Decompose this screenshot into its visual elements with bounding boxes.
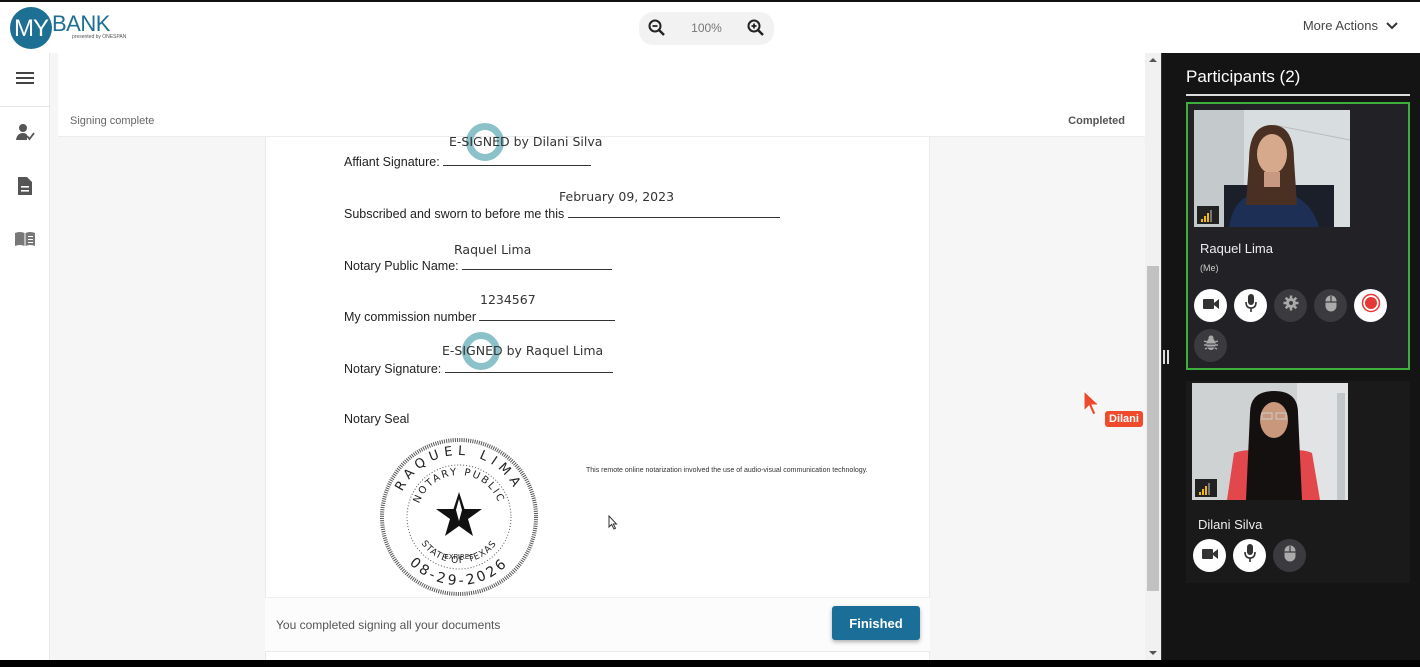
scroll-up-arrow-icon[interactable] xyxy=(1149,58,1157,62)
signal-strength-icon xyxy=(1197,206,1219,224)
settings-button[interactable] xyxy=(1274,289,1307,322)
notary-seal-label: Notary Seal xyxy=(344,412,410,426)
affiant-esignature: E-SIGNED by Dilani Silva xyxy=(449,134,603,149)
more-actions-dropdown[interactable]: More Actions xyxy=(1303,18,1398,33)
document-page: E-SIGNED by Dilani Silva Affiant Signatu… xyxy=(265,123,930,660)
notary-name-line: Notary Public Name: xyxy=(344,258,613,273)
microphone-toggle-button[interactable] xyxy=(1233,539,1266,572)
scroll-thumb[interactable] xyxy=(1147,266,1159,591)
participant-name: Dilani Silva xyxy=(1198,517,1263,532)
affiant-signature-line: Affiant Signature: xyxy=(344,154,592,169)
sworn-date-value: February 09, 2023 xyxy=(559,189,675,204)
participants-divider xyxy=(1186,94,1410,96)
signing-status-bar: Signing complete Completed xyxy=(58,106,1145,137)
logo-subtitle: presented by ONESPAN xyxy=(72,34,127,40)
sidebar-item-signers[interactable] xyxy=(0,114,50,154)
microphone-icon xyxy=(1244,294,1257,317)
zoom-in-icon[interactable] xyxy=(746,18,766,38)
menu-button[interactable] xyxy=(0,60,50,100)
commission-label: My commission number xyxy=(344,310,476,324)
left-sidebar xyxy=(0,53,50,660)
sworn-line: Subscribed and sworn to before me this xyxy=(344,206,780,221)
document-viewer: Signing complete Completed E-SIGNED by D… xyxy=(50,53,1145,660)
zoom-out-icon[interactable] xyxy=(647,18,667,38)
remote-control-button[interactable] xyxy=(1314,289,1347,322)
bug-icon xyxy=(1203,335,1218,356)
notary-signature-label: Notary Signature: xyxy=(344,362,442,376)
participant-video-raquel xyxy=(1194,110,1350,227)
record-button[interactable] xyxy=(1354,289,1387,322)
finished-button[interactable]: Finished xyxy=(832,606,920,640)
completion-message: You completed signing all your documents xyxy=(276,618,501,632)
commission-number-value: 1234567 xyxy=(480,292,536,307)
book-icon xyxy=(14,231,36,252)
signal-strength-icon xyxy=(1195,479,1217,497)
participant-name: Raquel Lima xyxy=(1200,241,1273,256)
participants-title: Participants (2) xyxy=(1186,67,1301,86)
signer-check-icon xyxy=(15,123,35,146)
participant-card-raquel: Raquel Lima (Me) xyxy=(1186,102,1410,370)
menu-icon xyxy=(16,71,34,90)
participant-card-dilani: Dilani Silva xyxy=(1186,381,1410,583)
more-actions-label: More Actions xyxy=(1302,18,1378,33)
settings-icon xyxy=(1283,295,1299,316)
viewer-header xyxy=(58,53,1145,106)
camera-icon xyxy=(1202,297,1219,315)
document-scrollbar[interactable] xyxy=(1145,53,1161,660)
notary-name-label: Notary Public Name: xyxy=(344,259,459,273)
notary-esignature: E-SIGNED by Raquel Lima xyxy=(442,343,604,358)
signing-status-text: Signing complete xyxy=(70,115,155,127)
panel-resize-handle[interactable] xyxy=(1162,350,1170,364)
document-icon xyxy=(17,176,33,201)
scroll-down-arrow-icon[interactable] xyxy=(1149,651,1157,655)
microphone-toggle-button[interactable] xyxy=(1234,289,1267,322)
sworn-label: Subscribed and sworn to before me this xyxy=(344,207,565,221)
notary-name-value: Raquel Lima xyxy=(454,242,532,257)
zoom-control: 100% xyxy=(639,12,774,45)
mouse-icon xyxy=(1325,295,1337,317)
record-icon xyxy=(1361,293,1381,318)
microphone-icon xyxy=(1243,544,1256,567)
affiant-label: Affiant Signature: xyxy=(344,155,440,169)
mouse-cursor-icon xyxy=(608,514,618,535)
top-bar: MY BANK presented by ONESPAN 100% More A… xyxy=(0,0,1420,53)
mybank-logo: MY BANK presented by ONESPAN xyxy=(10,5,140,49)
participants-panel: Participants (2) Raquel Lima (Me) Dilani… xyxy=(1161,53,1420,660)
participant-video-dilani xyxy=(1192,383,1348,500)
notary-signature-line: Notary Signature: xyxy=(344,361,613,376)
notarization-notice: This remote online notarization involved… xyxy=(586,467,868,474)
mouse-icon xyxy=(1284,545,1296,567)
camera-toggle-button[interactable] xyxy=(1194,289,1227,322)
camera-toggle-button[interactable] xyxy=(1193,539,1226,572)
completion-status: Completed xyxy=(1068,115,1125,127)
remote-cursor-label: Dilani xyxy=(1105,411,1143,427)
report-bug-button[interactable] xyxy=(1194,329,1227,362)
commission-number-line: My commission number xyxy=(344,309,616,324)
logo-my: MY xyxy=(14,15,49,42)
chevron-down-icon xyxy=(1386,18,1398,33)
sidebar-divider xyxy=(0,106,50,107)
notary-seal: RAQUEL LIMA NOTARY PUBLIC STATE OF TEXAS… xyxy=(380,438,538,596)
participant-me-label: (Me) xyxy=(1200,263,1219,273)
camera-icon xyxy=(1201,547,1218,565)
remote-cursor-icon xyxy=(1082,389,1102,422)
sidebar-item-guide[interactable] xyxy=(0,221,50,261)
seal-expires-label: EXPIRES xyxy=(444,553,474,561)
completion-footer: You completed signing all your documents… xyxy=(265,597,930,652)
remote-control-button[interactable] xyxy=(1273,539,1306,572)
sidebar-item-documents[interactable] xyxy=(0,168,50,208)
zoom-level: 100% xyxy=(691,21,722,35)
